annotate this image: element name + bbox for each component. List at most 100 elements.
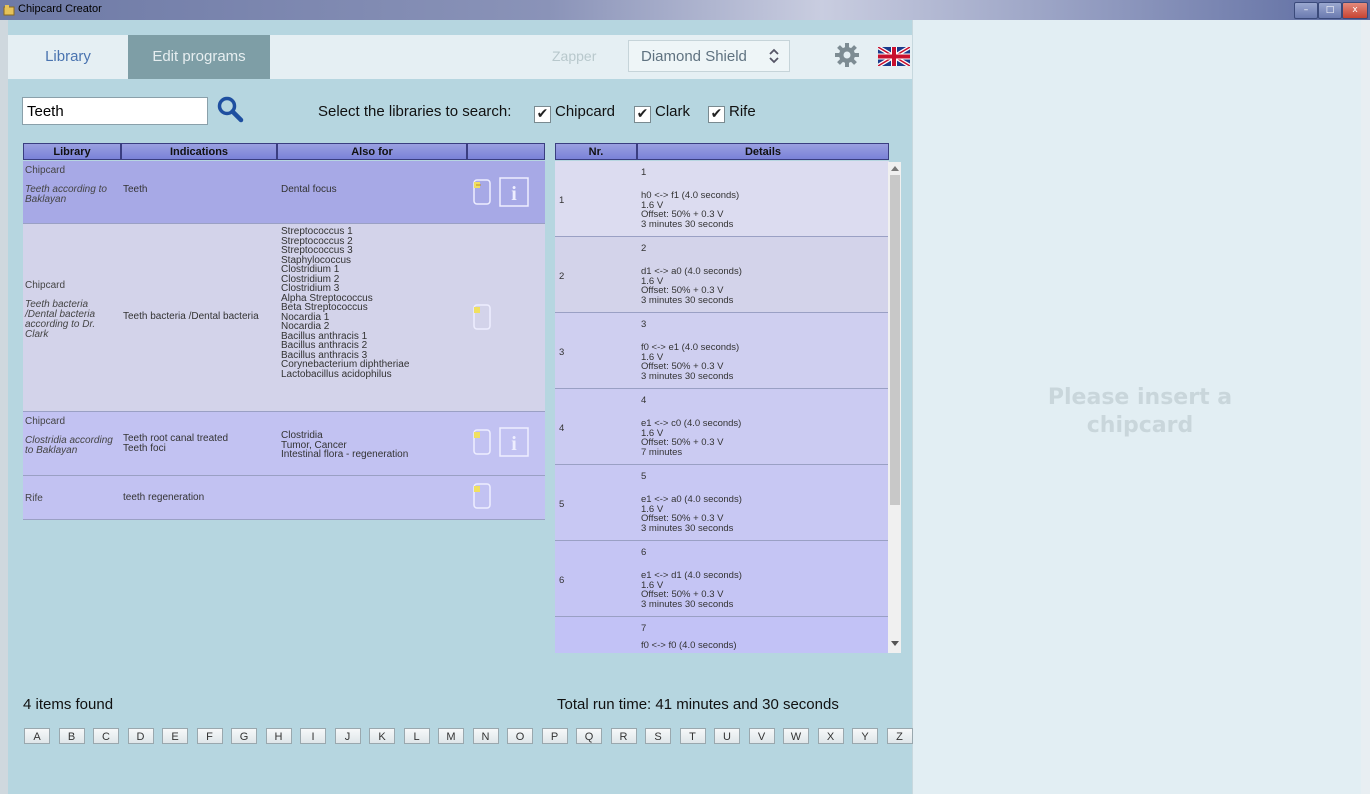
table-row[interactable]: 4 4 e1 <-> c0 (4.0 seconds) 1.6 V Offset… [555,389,889,465]
add-to-card-icon[interactable] [473,429,491,455]
tab-edit-programs[interactable]: Edit programs [128,35,270,79]
letter-button[interactable]: C [93,728,119,744]
table-row[interactable]: 1 1 h0 <-> f1 (4.0 seconds) 1.6 V Offset… [555,161,889,237]
window-title: Chipcard Creator [18,3,102,15]
svg-text:i: i [511,183,517,205]
step-number: 6 [559,575,565,586]
letter-button[interactable]: V [748,728,775,744]
letter-button[interactable]: I [300,728,326,744]
step-details: d1 <-> a0 (4.0 seconds) 1.6 V Offset: 50… [641,266,742,306]
search-icon[interactable] [216,95,244,123]
close-button[interactable]: x [1342,2,1368,19]
message-line: chipcard [1086,413,1194,438]
letter-button[interactable]: O [507,728,533,744]
step-details: e1 <-> d1 (4.0 seconds) 1.6 V Offset: 50… [641,570,742,610]
app-icon [3,5,15,16]
step-number: 3 [559,347,565,358]
step-number: 1 [559,195,565,206]
info-icon[interactable]: i [499,177,529,207]
table-row[interactable]: 3 3 f0 <-> e1 (4.0 seconds) 1.6 V Offset… [555,313,889,389]
checkbox-clark[interactable]: ✔ Clark [634,103,690,123]
step-details: f0 <-> e1 (4.0 seconds) 1.6 V Offset: 50… [641,342,740,382]
letter-button[interactable]: J [334,728,361,744]
letter-button[interactable]: R [610,728,637,744]
scrollbar-thumb[interactable] [890,175,900,505]
program-name: Teeth bacteria /Dental bacteria accordin… [25,299,96,340]
scroll-down-icon[interactable] [891,641,899,647]
zapper-select[interactable]: Diamond Shield [628,40,790,72]
letter-button[interactable]: P [541,728,568,744]
letter-button[interactable]: Y [852,728,878,744]
column-header[interactable]: Indications [121,143,277,160]
letter-button[interactable]: E [162,728,188,744]
message-line: Please insert a [1047,385,1233,410]
svg-text:i: i [511,433,517,455]
check-icon: ✔ [534,106,551,123]
library-name: Chipcard [25,416,66,427]
program-name: Clostridia according to Baklayan [25,435,113,456]
program-name: Teeth according to Baklayan [25,184,107,205]
check-icon: ✔ [708,106,725,123]
letter-button[interactable]: F [196,728,223,744]
add-to-card-icon[interactable] [473,304,491,330]
step-heading: 1 [641,167,647,178]
total-run-time: Total run time: 41 minutes and 30 second… [557,696,839,713]
letter-button[interactable]: Q [576,728,602,744]
letter-button[interactable]: A [24,728,50,744]
checkbox-chipcard[interactable]: ✔ Chipcard [534,103,615,123]
letter-button[interactable]: S [645,728,671,744]
letter-button[interactable]: H [265,728,292,744]
table-row[interactable]: Chipcard Teeth bacteria /Dental bacteria… [23,224,545,412]
checkbox-label: Rife [729,103,756,120]
indication: Teeth root canal treated Teeth foci [123,433,229,454]
table-row[interactable]: 6 6 e1 <-> d1 (4.0 seconds) 1.6 V Offset… [555,541,889,617]
table-row[interactable]: 2 2 d1 <-> a0 (4.0 seconds) 1.6 V Offset… [555,237,889,313]
step-number: 2 [559,271,565,282]
column-header[interactable]: Also for [277,143,467,160]
column-header[interactable]: Nr. [555,143,637,160]
table-row[interactable]: Rife teeth regeneration [23,476,545,520]
column-header[interactable]: Details [637,143,889,160]
table-row[interactable]: Chipcard Clostridia according to Baklaya… [23,412,545,476]
add-to-card-icon[interactable] [473,483,491,509]
letter-button[interactable]: X [817,728,844,744]
table-row[interactable]: 7 f0 <-> f0 (4.0 seconds) [555,617,889,653]
step-number: 4 [559,423,565,434]
letter-button[interactable]: G [231,728,257,744]
uk-flag-icon[interactable] [878,47,910,66]
letter-button[interactable]: T [679,728,706,744]
scrollbar[interactable] [1361,20,1370,794]
check-icon: ✔ [634,106,651,123]
items-found-count: 4 items found [23,696,114,713]
letter-button[interactable]: N [472,728,499,744]
add-to-card-icon[interactable] [473,179,491,205]
minimize-button[interactable]: – [1294,2,1318,19]
gear-icon[interactable] [834,42,860,68]
step-heading: 3 [641,319,647,330]
letter-button[interactable]: B [58,728,85,744]
tab-library[interactable]: Library [8,35,128,79]
indication: Teeth [123,184,148,195]
letter-button[interactable]: Z [886,728,913,744]
letter-button[interactable]: W [783,728,809,744]
table-row[interactable]: 5 5 e1 <-> a0 (4.0 seconds) 1.6 V Offset… [555,465,889,541]
scroll-up-icon[interactable] [891,165,899,171]
maximize-button[interactable]: □ [1318,2,1342,19]
library-name: Chipcard [25,280,66,291]
checkbox-rife[interactable]: ✔ Rife [708,103,756,123]
step-heading: 2 [641,243,647,254]
letter-button[interactable]: D [127,728,154,744]
step-heading: 6 [641,547,647,558]
letter-button[interactable]: L [403,728,430,744]
letter-button[interactable]: M [438,728,464,744]
step-heading: 7 [641,623,647,634]
letter-button[interactable]: K [369,728,395,744]
letter-button[interactable]: U [714,728,740,744]
table-row[interactable]: Chipcard Teeth according to Baklayan Tee… [23,161,545,224]
step-number: 5 [559,499,565,510]
column-header[interactable]: Library [23,143,121,160]
search-input[interactable] [22,97,208,125]
step-details: h0 <-> f1 (4.0 seconds) 1.6 V Offset: 50… [641,190,740,230]
also-for: Clostridia Tumor, Cancer Intestinal flor… [281,430,409,460]
info-icon[interactable]: i [499,427,529,457]
